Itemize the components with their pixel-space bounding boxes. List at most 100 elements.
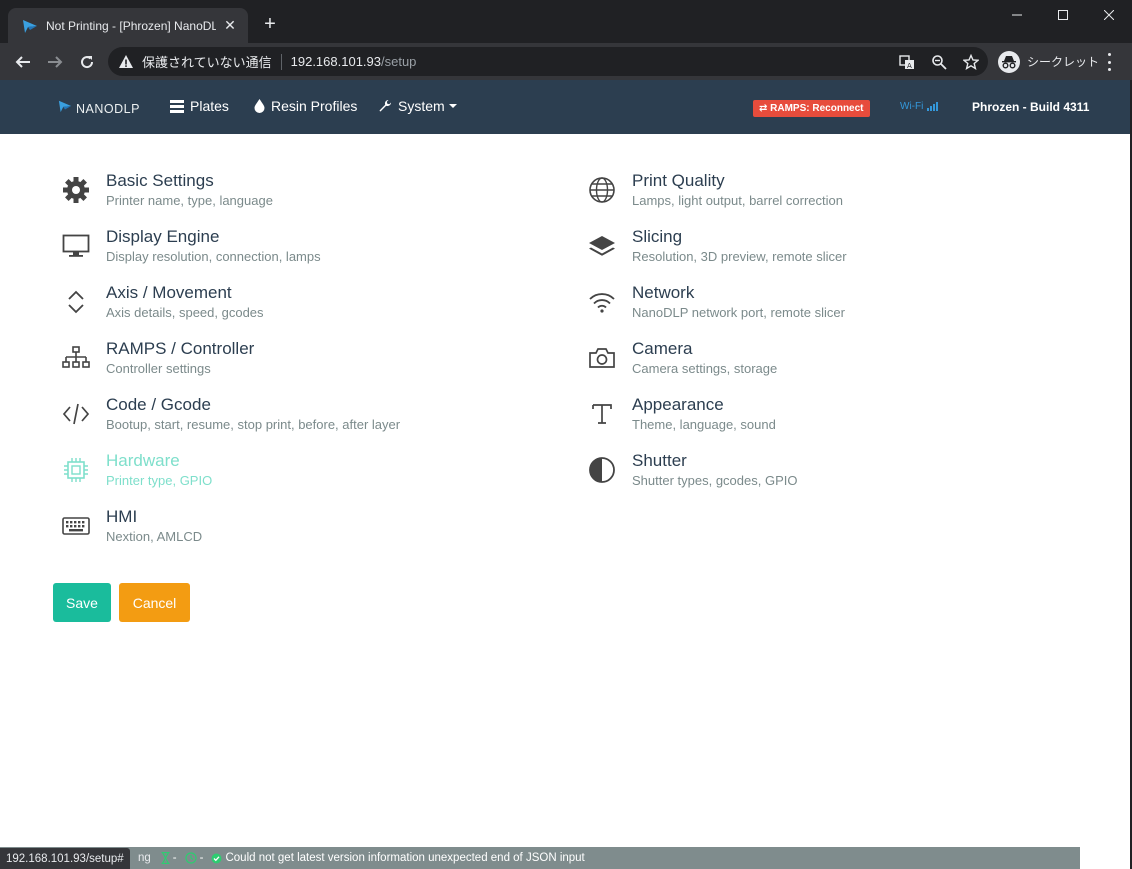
- setting-desc: Theme, language, sound: [632, 417, 776, 432]
- setting-title: Network: [632, 283, 695, 302]
- zoom-icon[interactable]: [930, 53, 948, 71]
- setting-title: Shutter: [632, 451, 687, 470]
- setting-camera[interactable]: Camera Camera settings, storage: [586, 338, 777, 377]
- chip-icon: [60, 454, 92, 486]
- incognito-indicator[interactable]: シークレット: [998, 48, 1100, 75]
- layers-icon: [586, 230, 618, 262]
- setting-title: Hardware: [106, 451, 180, 470]
- setting-desc: Axis details, speed, gcodes: [106, 305, 264, 320]
- setting-title: RAMPS / Controller: [106, 339, 255, 358]
- hourglass-icon: [161, 852, 170, 864]
- setting-hardware[interactable]: Hardware Printer type, GPIO: [60, 450, 212, 489]
- setting-desc: Shutter types, gcodes, GPIO: [632, 473, 798, 488]
- nav-resin-profiles[interactable]: Resin Profiles: [254, 98, 357, 114]
- bookmark-star-icon[interactable]: [962, 53, 980, 71]
- translate-icon[interactable]: A: [898, 53, 916, 71]
- reload-icon[interactable]: [74, 49, 100, 75]
- wifi-icon: [586, 286, 618, 318]
- setting-ramps-controller[interactable]: RAMPS / Controller Controller settings: [60, 338, 254, 377]
- clock-icon: [185, 852, 197, 864]
- setting-title: Slicing: [632, 227, 683, 246]
- url-path: /setup: [381, 54, 417, 69]
- setting-network[interactable]: Network NanoDLP network port, remote sli…: [586, 282, 845, 321]
- browser-toolbar: 保護されていない通信 192.168.101.93/setup A シークレット: [0, 43, 1132, 80]
- nav-plates-label: Plates: [190, 98, 229, 114]
- globe-icon: [586, 174, 618, 206]
- app-navbar: NANODLP Plates Resin Profiles System: [0, 80, 1132, 134]
- setting-desc: Printer type, GPIO: [106, 473, 213, 488]
- setting-desc: Bootup, start, resume, stop print, befor…: [106, 417, 401, 432]
- keyboard-icon: [60, 510, 92, 542]
- status-segment-clock: -: [185, 852, 204, 864]
- wifi-label: Wi-Fi: [900, 101, 924, 112]
- wrench-icon: [378, 99, 392, 113]
- text-icon: [586, 398, 618, 430]
- setting-title: Camera: [632, 339, 693, 358]
- nav-system-label: System: [398, 98, 445, 114]
- setting-title: Axis / Movement: [106, 283, 232, 302]
- ramps-reconnect-badge[interactable]: ⇄ RAMPS: Reconnect: [753, 100, 870, 117]
- setting-display-engine[interactable]: Display Engine Display resolution, conne…: [60, 226, 321, 265]
- warning-icon[interactable]: [118, 54, 134, 70]
- new-tab-icon[interactable]: +: [260, 14, 280, 34]
- minimize-icon[interactable]: [994, 0, 1040, 30]
- setting-appearance[interactable]: Appearance Theme, language, sound: [586, 394, 776, 433]
- brand-name: NANODLP: [76, 101, 140, 116]
- setting-print-quality[interactable]: Print Quality Lamps, light output, barre…: [586, 170, 843, 209]
- code-icon: [60, 398, 92, 430]
- setting-hmi[interactable]: HMI Nextion, AMLCD: [60, 506, 202, 545]
- cancel-button[interactable]: Cancel: [119, 583, 190, 622]
- status-segment-time: -: [161, 852, 177, 864]
- save-button[interactable]: Save: [53, 583, 111, 622]
- setting-desc: Nextion, AMLCD: [106, 529, 203, 544]
- nav-system-dropdown[interactable]: System: [378, 98, 457, 114]
- nav-plates[interactable]: Plates: [170, 98, 229, 114]
- setting-title: Basic Settings: [106, 171, 214, 190]
- network-tree-icon: [60, 342, 92, 374]
- build-info: Phrozen - Build 4311: [972, 100, 1090, 114]
- setting-title: HMI: [106, 507, 138, 526]
- half-circle-icon: [586, 454, 618, 486]
- incognito-icon: [998, 50, 1020, 73]
- status-fragment: ng: [138, 852, 151, 864]
- setting-title: Display Engine: [106, 227, 220, 246]
- camera-icon: [586, 342, 618, 374]
- setting-title: Print Quality: [632, 171, 725, 190]
- setting-axis-movement[interactable]: Axis / Movement Axis details, speed, gco…: [60, 282, 264, 321]
- browser-menu-icon[interactable]: [1101, 53, 1117, 71]
- back-arrow-icon[interactable]: [10, 49, 36, 75]
- setting-code-gcode[interactable]: Code / Gcode Bootup, start, resume, stop…: [60, 394, 400, 433]
- maximize-icon[interactable]: [1040, 0, 1086, 30]
- forward-arrow-icon[interactable]: [42, 49, 68, 75]
- brand-logo[interactable]: NANODLP: [58, 99, 140, 118]
- setting-desc: Camera settings, storage: [632, 361, 778, 376]
- tab-close-icon[interactable]: ✕: [222, 17, 238, 34]
- security-status: 保護されていない通信: [142, 55, 272, 70]
- setting-slicing[interactable]: Slicing Resolution, 3D preview, remote s…: [586, 226, 847, 265]
- address-bar[interactable]: 保護されていない通信 192.168.101.93/setup A: [108, 47, 988, 76]
- browser-tab[interactable]: Not Printing - [Phrozen] NanoDLP ✕: [8, 8, 248, 43]
- monitor-icon: [60, 230, 92, 262]
- gear-icon: [60, 174, 92, 206]
- setting-title: Appearance: [632, 395, 724, 414]
- tab-title: Not Printing - [Phrozen] NanoDLP: [46, 18, 216, 33]
- url-host: 192.168.101.93: [290, 54, 381, 69]
- setting-basic-settings[interactable]: Basic Settings Printer name, type, langu…: [60, 170, 273, 209]
- setting-desc: Display resolution, connection, lamps: [106, 249, 321, 264]
- nav-resin-label: Resin Profiles: [271, 98, 358, 114]
- nanodlp-logo-icon: [58, 99, 72, 118]
- setting-shutter[interactable]: Shutter Shutter types, gcodes, GPIO: [586, 450, 797, 489]
- setting-desc: Printer name, type, language: [106, 193, 273, 208]
- browser-tab-bar: Not Printing - [Phrozen] NanoDLP ✕ +: [0, 0, 1132, 43]
- status-seg2: -: [199, 852, 204, 864]
- wifi-status[interactable]: Wi-Fi: [900, 101, 939, 112]
- setting-desc: Lamps, light output, barrel correction: [632, 193, 843, 208]
- status-message: Could not get latest version information…: [225, 852, 585, 864]
- setting-desc: Resolution, 3D preview, remote slicer: [632, 249, 847, 264]
- chevron-down-icon: [448, 104, 457, 108]
- setting-desc: NanoDLP network port, remote slicer: [632, 305, 845, 320]
- omnibox-divider: [280, 53, 282, 70]
- window-close-icon[interactable]: [1086, 0, 1132, 30]
- incognito-label: シークレット: [1027, 55, 1100, 69]
- status-seg1: -: [172, 852, 177, 864]
